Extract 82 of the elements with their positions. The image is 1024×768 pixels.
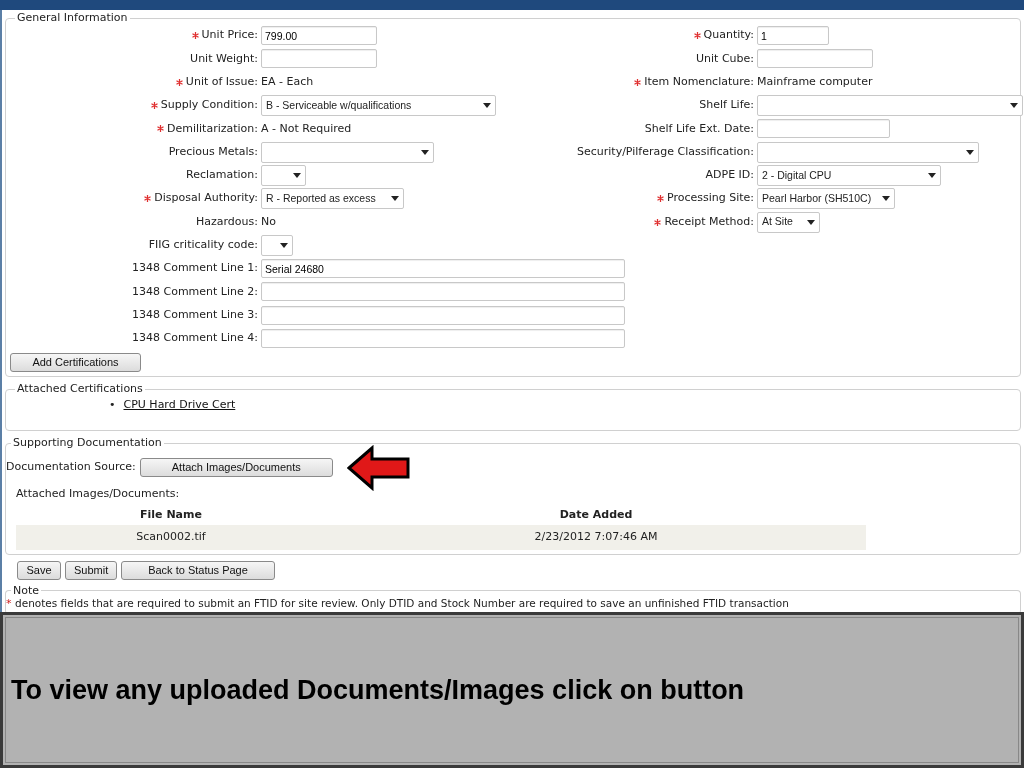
- dropdown[interactable]: Pearl Harbor (SH510C): [757, 188, 895, 210]
- caret-icon: [807, 219, 815, 225]
- text-field[interactable]: [261, 282, 625, 302]
- required-icon: [693, 32, 701, 40]
- caret-icon: [1010, 103, 1018, 109]
- caret-icon: [483, 103, 491, 109]
- caret-icon: [391, 196, 399, 202]
- table-cell: Scan0002.tif: [16, 525, 326, 550]
- text-field[interactable]: Serial 24680: [261, 259, 625, 279]
- section-title: General Information: [16, 12, 129, 24]
- bullet: •: [109, 397, 116, 414]
- field-label: 1348 Comment Line 3:: [132, 306, 258, 323]
- field-value: Mainframe computer: [757, 74, 873, 90]
- field-label: ADPE ID:: [705, 167, 754, 184]
- field-label: Unit Cube:: [696, 50, 754, 67]
- text-field[interactable]: [757, 49, 873, 69]
- required-icon: [150, 102, 158, 110]
- text-field[interactable]: [757, 119, 890, 139]
- caret-icon: [966, 149, 974, 155]
- dropdown[interactable]: At Site: [757, 211, 820, 233]
- dropdown[interactable]: R - Reported as excess: [261, 188, 404, 210]
- field-value: A - Not Required: [261, 120, 352, 137]
- field-label: Shelf Life:: [699, 97, 754, 114]
- dropdown[interactable]: [261, 234, 293, 256]
- caret-icon: [882, 196, 890, 202]
- text-field[interactable]: [261, 329, 625, 348]
- text-field[interactable]: 1: [757, 26, 829, 46]
- field-label: Unit of Issue:: [185, 74, 258, 90]
- field-label: 1348 Comment Line 4:: [132, 330, 258, 347]
- required-icon: [175, 78, 183, 86]
- required-icon: [656, 195, 664, 203]
- attached-label: Attached Images/Documents:: [15, 486, 181, 503]
- field-label: Quantity:: [703, 27, 754, 44]
- field-value: EA - Each: [261, 74, 314, 90]
- field-label: FIIG criticality code:: [148, 237, 258, 254]
- field-value: No: [261, 213, 276, 230]
- field-label: Shelf Life Ext. Date:: [644, 120, 754, 137]
- field-label: Processing Site:: [666, 190, 754, 207]
- field-label: 1348 Comment Line 2:: [132, 283, 258, 300]
- field-label: Demilitarization:: [166, 120, 258, 137]
- text-field[interactable]: [261, 305, 625, 325]
- text-field[interactable]: [261, 49, 377, 69]
- action-button[interactable]: Submit: [65, 560, 117, 580]
- table-cell: 2/23/2012 7:07:46 AM: [326, 525, 866, 550]
- note-text: denotes fields that are required to submit an FTID for site review. Only DTID and Stock Number are required to save an unfinished FTID transaction: [15, 596, 789, 609]
- section-title: Note: [12, 584, 41, 597]
- field-label: Receipt Method:: [664, 213, 754, 230]
- field-label: Disposal Authority:: [154, 190, 258, 207]
- required-icon: [191, 32, 199, 40]
- field-label: Reclamation:: [186, 167, 258, 184]
- required-icon: [156, 125, 164, 133]
- field-label: Security/Pilferage Classification:: [576, 143, 754, 160]
- pointer-arrow: [346, 445, 411, 492]
- dropdown[interactable]: 2 - Digital CPU: [757, 164, 941, 186]
- column-header: File Name: [16, 504, 326, 526]
- action-button[interactable]: Save: [17, 560, 61, 580]
- section-title: Attached Certifications: [16, 383, 144, 396]
- field-label: Unit Price:: [201, 27, 258, 44]
- add-certifications-button[interactable]: Add Certifications: [10, 353, 141, 373]
- field-label: Supply Condition:: [160, 97, 258, 114]
- field-label: Unit Weight:: [190, 50, 258, 67]
- section-title: Supporting Documentation: [12, 437, 163, 450]
- field-label: Hazardous:: [196, 213, 258, 230]
- action-button[interactable]: Back to Status Page: [121, 560, 275, 580]
- field-label: Documentation Source:: [6, 458, 136, 475]
- required-icon: [634, 78, 642, 86]
- text-field[interactable]: 799.00: [261, 26, 377, 46]
- attach-documents-button[interactable]: Attach Images/Documents: [139, 457, 333, 477]
- caption-text: To view any uploaded Documents/Images click on button: [11, 673, 745, 707]
- dropdown[interactable]: B - Serviceable w/qualifications: [261, 95, 496, 117]
- field-label: Item Nomenclature:: [644, 74, 754, 90]
- required-icon: [654, 218, 662, 226]
- field-label: 1348 Comment Line 1:: [132, 260, 258, 277]
- required-marker: *: [6, 596, 12, 610]
- field-label: Precious Metals:: [168, 143, 258, 160]
- caret-icon: [293, 172, 301, 178]
- certificate-link[interactable]: CPU Hard Drive Cert: [123, 397, 236, 414]
- required-icon: [144, 195, 152, 203]
- caret-icon: [421, 149, 429, 155]
- caret-icon: [280, 242, 288, 248]
- caret-icon: [928, 172, 936, 178]
- column-header: Date Added: [326, 504, 866, 526]
